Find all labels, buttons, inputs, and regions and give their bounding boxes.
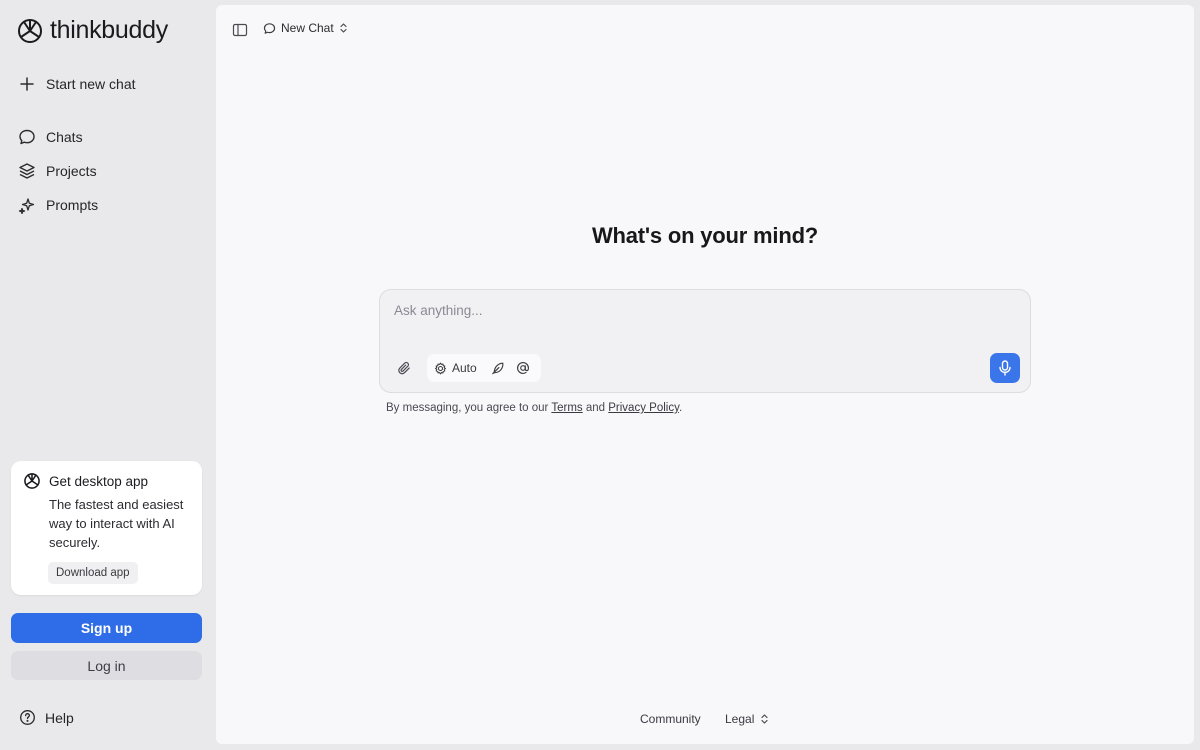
disclaimer-and: and: [582, 402, 609, 414]
chevron-updown-icon: [340, 23, 347, 33]
paperclip-icon: [397, 361, 410, 374]
help-circle-icon: [20, 710, 35, 725]
sidebar-toggle-icon[interactable]: [232, 22, 248, 38]
chat-bubble-icon: [19, 129, 35, 145]
logo-text: thinkbuddy: [50, 16, 168, 44]
sidebar-item-label: Prompts: [46, 197, 99, 213]
model-selector-label: Auto: [452, 361, 477, 375]
voice-input-button[interactable]: [990, 353, 1020, 383]
composer: Auto: [379, 289, 1031, 393]
layers-icon: [19, 163, 35, 179]
start-new-chat-label: Start new chat: [46, 76, 136, 92]
community-link[interactable]: Community: [640, 712, 701, 726]
legal-dropdown[interactable]: Legal: [725, 712, 769, 726]
terms-disclaimer: By messaging, you agree to our Terms and…: [386, 402, 682, 414]
terms-link[interactable]: Terms: [551, 402, 582, 414]
sidebar-item-label: Chats: [46, 129, 83, 145]
attach-button[interactable]: [391, 355, 417, 381]
logo[interactable]: thinkbuddy: [16, 16, 168, 45]
help-label: Help: [45, 709, 74, 726]
model-selector-button[interactable]: Auto: [434, 361, 477, 375]
legal-label: Legal: [725, 712, 755, 726]
at-mention-icon[interactable]: [516, 361, 530, 375]
composer-tools: Auto: [427, 354, 541, 382]
start-new-chat-button[interactable]: Start new chat: [18, 75, 136, 93]
page-title: What's on your mind?: [591, 223, 819, 248]
sidebar-item-projects[interactable]: Projects: [18, 162, 97, 180]
chat-title: New Chat: [281, 21, 334, 35]
chat-bubble-icon: [263, 22, 276, 34]
privacy-policy-link[interactable]: Privacy Policy: [608, 402, 679, 414]
microphone-icon: [999, 360, 1011, 376]
sign-up-button[interactable]: Sign up: [11, 613, 202, 643]
chat-title-dropdown[interactable]: New Chat: [263, 21, 348, 35]
promo-description: The fastest and easiest way to interact …: [49, 497, 184, 550]
gear-icon: [434, 361, 447, 375]
promo-title: Get desktop app: [49, 474, 149, 489]
sidebar-item-label: Projects: [46, 163, 97, 179]
download-app-button[interactable]: Download app: [48, 562, 138, 584]
thinkbuddy-logo-icon: [24, 473, 40, 489]
main-panel: New Chat What's on your mind? Auto: [216, 5, 1194, 744]
sidebar-item-prompts[interactable]: Prompts: [18, 196, 98, 214]
log-in-button[interactable]: Log in: [11, 651, 202, 680]
disclaimer-suffix: .: [678, 402, 683, 414]
sparkles-icon: [18, 198, 35, 214]
desktop-app-promo: Get desktop app The fastest and easiest …: [11, 461, 202, 595]
plus-icon: [20, 77, 34, 91]
message-input[interactable]: [394, 303, 954, 318]
sidebar-item-chats[interactable]: Chats: [18, 128, 83, 146]
chevron-updown-icon: [761, 714, 768, 724]
help-button[interactable]: Help: [19, 709, 74, 726]
disclaimer-prefix: By messaging, you agree to our: [386, 402, 552, 414]
sidebar: thinkbuddy Start new chat Chats Projects…: [0, 0, 214, 750]
feather-icon[interactable]: [491, 361, 505, 375]
thinkbuddy-logo-icon: [18, 18, 42, 43]
